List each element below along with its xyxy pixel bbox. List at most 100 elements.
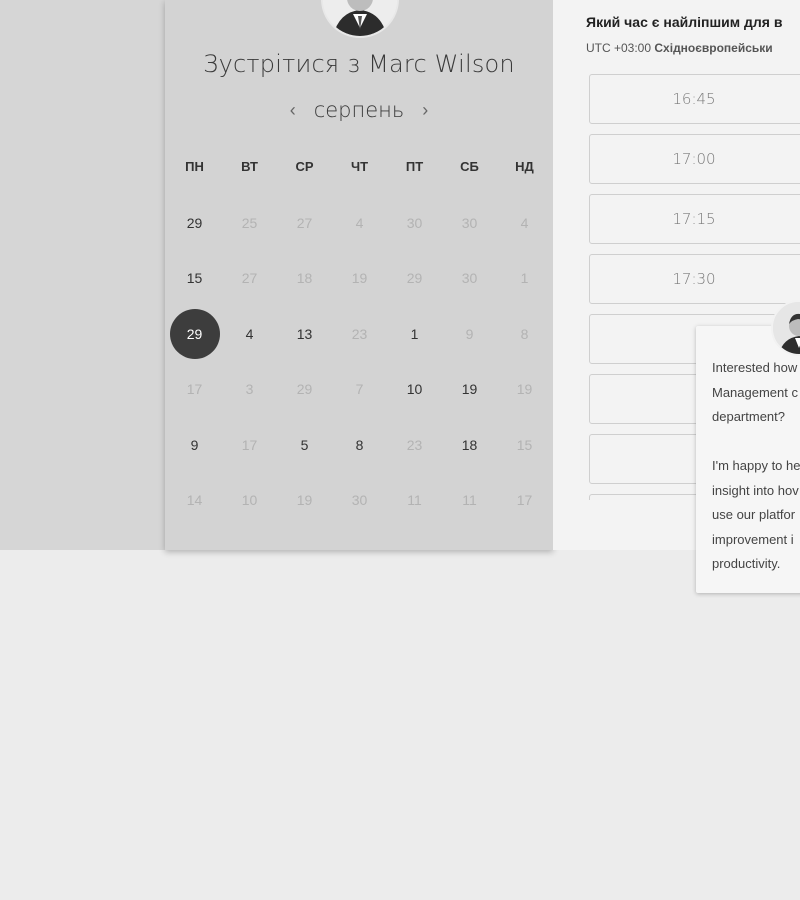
- calendar-day: 27: [222, 251, 277, 307]
- weekday-label: НД: [515, 159, 534, 174]
- month-navigation: ‹ серпень ›: [165, 98, 553, 122]
- calendar-day: 9: [442, 306, 497, 362]
- day-number: 17: [186, 381, 203, 398]
- chat-message: Interested how Management c department? …: [712, 360, 800, 571]
- calendar-day: 17: [222, 417, 277, 473]
- day-number: 9: [465, 325, 474, 342]
- time-slot-button[interactable]: 17:00: [589, 134, 800, 184]
- day-number: 19: [351, 270, 368, 287]
- calendar-day: 19: [332, 251, 387, 307]
- weekday-label: СБ: [460, 159, 479, 174]
- day-number: 27: [296, 214, 313, 231]
- calendar-day[interactable]: 13: [277, 306, 332, 362]
- calendar-day: 19: [497, 362, 552, 418]
- calendar-day: 7: [332, 362, 387, 418]
- calendar-day[interactable]: 4: [222, 306, 277, 362]
- day-number: 15: [186, 270, 203, 287]
- calendar-day[interactable]: 1: [387, 306, 442, 362]
- day-number: 17: [516, 492, 533, 509]
- weekday-label: СР: [295, 159, 314, 174]
- day-number: 25: [241, 214, 258, 231]
- calendar-day: 3: [222, 362, 277, 418]
- calendar-day[interactable]: 10: [387, 362, 442, 418]
- calendar-day: 15: [497, 417, 552, 473]
- timezone-name: Східноєвропейськи: [654, 41, 773, 55]
- day-number: 4: [355, 214, 364, 231]
- day-number: 23: [351, 325, 368, 342]
- day-number: 30: [461, 214, 478, 231]
- weekday-label: ПТ: [405, 159, 424, 174]
- day-number: 9: [190, 436, 199, 453]
- calendar-day: 19: [277, 473, 332, 529]
- calendar-day: 23: [387, 417, 442, 473]
- day-number: 11: [407, 492, 422, 509]
- day-number: 13: [296, 325, 313, 342]
- day-number: 30: [406, 214, 423, 231]
- weekday-label: ПН: [185, 159, 204, 174]
- time-slot-button[interactable]: 17:30: [589, 254, 800, 304]
- time-question: Який час є найліпшим для в: [586, 14, 783, 30]
- calendar-day[interactable]: 18: [442, 417, 497, 473]
- calendar-day: 4: [497, 195, 552, 251]
- day-number: 19: [296, 492, 313, 509]
- calendar-day: 30: [332, 473, 387, 529]
- calendar-day: 1: [497, 251, 552, 307]
- calendar-day[interactable]: 29: [167, 195, 222, 251]
- day-number: 1: [520, 270, 529, 287]
- day-number: 8: [520, 325, 529, 342]
- day-number: 29: [406, 270, 423, 287]
- day-number: 15: [516, 436, 533, 453]
- day-number: 29: [296, 381, 313, 398]
- month-label: серпень: [313, 98, 405, 122]
- calendar-day[interactable]: 9: [167, 417, 222, 473]
- calendar-day: 25: [222, 195, 277, 251]
- time-slot-label: 17:30: [672, 270, 716, 288]
- calendar-day: 30: [442, 195, 497, 251]
- day-number: 3: [245, 381, 254, 398]
- calendar-day: 14: [167, 473, 222, 529]
- calendar-grid: 29 25 27 4 30 30 4 15 27 18 19 29 30 1 29 4 13 23 1 9 8 17 3 29…: [167, 195, 553, 528]
- day-number: 18: [461, 436, 478, 453]
- calendar-day: 4: [332, 195, 387, 251]
- time-slot-button[interactable]: 16:45: [589, 74, 800, 124]
- calendar-day: 18: [277, 251, 332, 307]
- calendar-day[interactable]: 15: [167, 251, 222, 307]
- calendar-day: 30: [442, 251, 497, 307]
- day-number: 1: [410, 325, 419, 342]
- day-number: 4: [520, 214, 529, 231]
- day-number: 29: [186, 325, 203, 342]
- day-number: 8: [355, 436, 364, 453]
- day-number: 29: [186, 214, 203, 231]
- calendar-day[interactable]: 8: [332, 417, 387, 473]
- timezone-label[interactable]: UTC +03:00 Східноєвропейськи: [586, 41, 773, 55]
- calendar-day: 30: [387, 195, 442, 251]
- calendar-day: 17: [497, 473, 552, 529]
- time-slot-button[interactable]: 17:15: [589, 194, 800, 244]
- weekday-header: ПН ВТ СР ЧТ ПТ СБ НД: [167, 159, 553, 174]
- day-number: 10: [241, 492, 258, 509]
- day-number: 4: [245, 325, 254, 342]
- day-number: 7: [355, 381, 364, 398]
- weekday-label: ВТ: [241, 159, 258, 174]
- calendar-day[interactable]: 19: [442, 362, 497, 418]
- selected-day[interactable]: 29: [167, 306, 222, 362]
- calendar-day: 29: [277, 362, 332, 418]
- day-number: 18: [296, 270, 313, 287]
- calendar-day: 8: [497, 306, 552, 362]
- day-number: 30: [351, 492, 368, 509]
- calendar-day: 11: [387, 473, 442, 529]
- day-number: 10: [406, 381, 423, 398]
- calendar-day: 27: [277, 195, 332, 251]
- chevron-left-icon[interactable]: ‹: [290, 101, 296, 119]
- day-number: 19: [461, 381, 478, 398]
- day-number: 5: [300, 436, 309, 453]
- day-number: 19: [516, 381, 533, 398]
- day-number: 27: [241, 270, 258, 287]
- weekday-label: ЧТ: [350, 159, 369, 174]
- calendar-day: 29: [387, 251, 442, 307]
- calendar-day: 11: [442, 473, 497, 529]
- calendar-day[interactable]: 5: [277, 417, 332, 473]
- day-number: 17: [241, 436, 258, 453]
- chevron-right-icon[interactable]: ›: [422, 101, 428, 119]
- timezone-offset: UTC +03:00: [586, 41, 652, 55]
